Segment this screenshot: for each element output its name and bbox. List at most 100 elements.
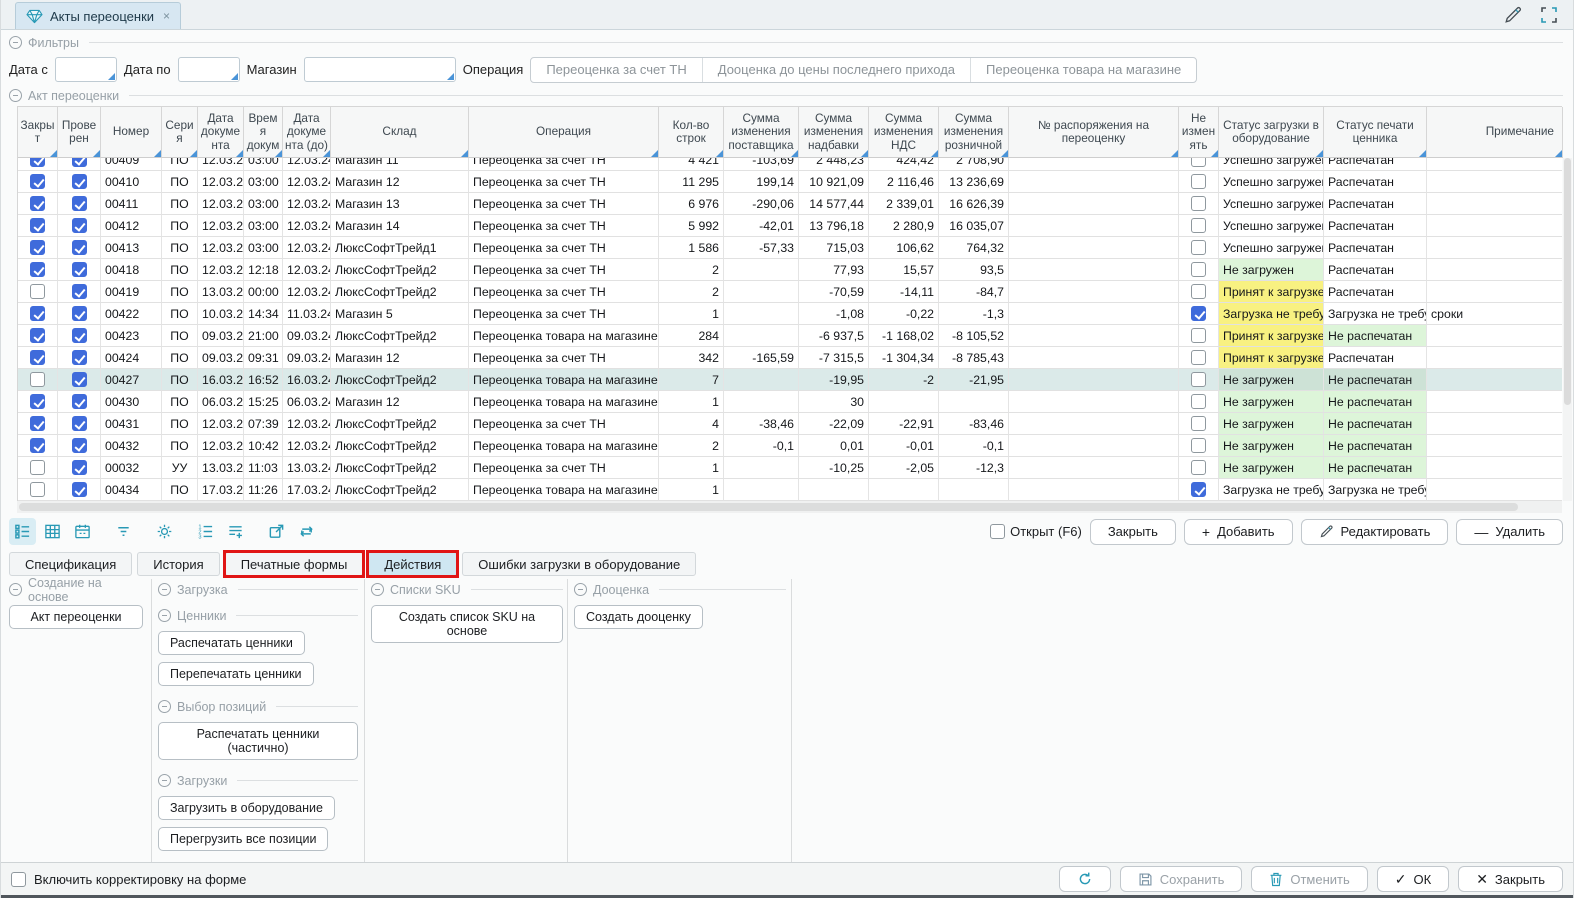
closed-checkbox[interactable] [30,240,45,255]
collapse-icon[interactable] [158,774,171,787]
column-header-doc_date_to[interactable]: Дата документа (до) [283,107,331,158]
table-row-00423[interactable]: 00423ПО09.03.2421:0009.03.24ЛюксСофтТрей… [18,325,1562,347]
cell-no_change[interactable] [1179,303,1219,325]
reload-icon[interactable] [293,518,320,545]
operation-filter-surcharge-button[interactable]: Дооценка до цены последнего прихода [703,58,971,82]
cell-no_change[interactable] [1179,215,1219,237]
cell-closed[interactable] [18,347,58,369]
cell-checked[interactable] [58,158,101,171]
closed-checkbox[interactable] [30,262,45,277]
cell-closed[interactable] [18,325,58,347]
cell-no_change[interactable] [1179,193,1219,215]
table-row-00419[interactable]: 00419ПО13.03.2400:0012.03.24ЛюксСофтТрей… [18,281,1562,303]
cell-no_change[interactable] [1179,171,1219,193]
no_change-checkbox[interactable] [1191,218,1206,233]
column-header-doc_time[interactable]: Время докум [244,107,283,158]
filter-icon[interactable] [110,518,137,545]
cell-no_change[interactable] [1179,281,1219,303]
no_change-checkbox[interactable] [1191,284,1206,299]
column-header-checked[interactable]: Проверен [58,107,101,158]
cell-checked[interactable] [58,479,101,501]
reprint-pricetags-button[interactable]: Перепечатать ценники [158,662,314,686]
cell-no_change[interactable] [1179,369,1219,391]
cell-no_change[interactable] [1179,457,1219,479]
no_change-checkbox[interactable] [1191,306,1206,321]
closed-checkbox[interactable] [30,372,45,387]
horizontal-scrollbar[interactable] [17,501,1562,513]
checked-checkbox[interactable] [72,394,87,409]
list-view-icon[interactable] [9,518,36,545]
closed-checkbox[interactable] [30,306,45,321]
column-header-series[interactable]: Серия [162,107,198,158]
table-row-00434[interactable]: 00434ПО17.03.2411:2617.03.24ЛюксСофтТрей… [18,479,1562,501]
cell-no_change[interactable] [1179,158,1219,171]
column-header-order_no[interactable]: № распоряжения на переоценку [1009,107,1179,158]
closed-checkbox[interactable] [30,460,45,475]
collapse-icon[interactable] [9,36,22,49]
column-header-sum_vat[interactable]: Сумма изменения НДС [869,107,939,158]
closed-checkbox[interactable] [30,350,45,365]
cell-checked[interactable] [58,413,101,435]
tab-acts-pereocenki[interactable]: Акты переоценки × [15,2,181,29]
no_change-checkbox[interactable] [1191,416,1206,431]
no_change-checkbox[interactable] [1191,350,1206,365]
checked-checkbox[interactable] [72,482,87,497]
column-header-sum_retail[interactable]: Сумма изменения розничной [939,107,1009,158]
cell-closed[interactable] [18,391,58,413]
form-adjust-checkbox[interactable] [11,872,26,887]
column-header-warehouse[interactable]: Склад [331,107,469,158]
column-header-print_status[interactable]: Статус печати ценника [1324,107,1427,158]
cell-closed[interactable] [18,259,58,281]
closed-checkbox[interactable] [30,328,45,343]
cell-checked[interactable] [58,369,101,391]
table-row-00422[interactable]: 00422ПО10.03.2414:3411.03.24Магазин 5Пер… [18,303,1562,325]
column-header-row_count[interactable]: Кол-во строк [659,107,724,158]
numbered-list-icon[interactable]: 123 [192,518,219,545]
calendar-view-icon[interactable] [69,518,96,545]
cell-no_change[interactable] [1179,479,1219,501]
open-in-window-icon[interactable] [263,518,290,545]
detail-tab-5[interactable]: Ошибки загрузки в оборудование [462,552,696,576]
closed-checkbox[interactable] [30,416,45,431]
create-surcharge-button[interactable]: Создать дооценку [574,605,703,629]
delete-button[interactable]: —Удалить [1456,519,1563,545]
print-pricetags-button[interactable]: Распечатать ценники [158,631,305,655]
detail-tab-4[interactable]: Действия [368,552,457,576]
column-header-doc_date[interactable]: Дата документа [198,107,244,158]
cell-no_change[interactable] [1179,391,1219,413]
closed-checkbox[interactable] [30,158,45,167]
cell-no_change[interactable] [1179,435,1219,457]
close-form-button[interactable]: ✕Закрыть [1458,866,1563,892]
cell-checked[interactable] [58,259,101,281]
closed-checkbox[interactable] [30,394,45,409]
collapse-icon[interactable] [574,583,587,596]
checked-checkbox[interactable] [72,328,87,343]
horizontal-scrollbar-thumb[interactable] [19,503,1518,511]
closed-checkbox[interactable] [30,482,45,497]
operation-filter-store-button[interactable]: Переоценка товара на магазине [971,58,1196,82]
close-tab-icon[interactable]: × [163,9,170,23]
table-row-00424[interactable]: 00424ПО09.03.2409:3109.03.24Магазин 12Пе… [18,347,1562,369]
cell-no_change[interactable] [1179,259,1219,281]
collapse-icon[interactable] [158,609,171,622]
checked-checkbox[interactable] [72,262,87,277]
collapse-icon[interactable] [158,700,171,713]
cell-closed[interactable] [18,193,58,215]
checked-checkbox[interactable] [72,438,87,453]
cell-checked[interactable] [58,435,101,457]
date-from-input[interactable] [55,57,117,82]
save-button[interactable]: Сохранить [1120,866,1243,892]
cell-closed[interactable] [18,435,58,457]
cell-checked[interactable] [58,193,101,215]
table-row-00413[interactable]: 00413ПО12.03.2403:0012.03.24ЛюксСофтТрей… [18,237,1562,259]
cell-closed[interactable] [18,479,58,501]
cell-checked[interactable] [58,237,101,259]
collapse-icon[interactable] [371,583,384,596]
operation-filter-tn-button[interactable]: Переоценка за счет ТН [531,58,702,82]
checked-checkbox[interactable] [72,196,87,211]
table-row-00418[interactable]: 00418ПО12.03.2412:1812.03.24ЛюксСофтТрей… [18,259,1562,281]
cell-closed[interactable] [18,303,58,325]
cell-no_change[interactable] [1179,413,1219,435]
table-row-00431[interactable]: 00431ПО12.03.2407:3912.03.24ЛюксСофтТрей… [18,413,1562,435]
cell-no_change[interactable] [1179,237,1219,259]
